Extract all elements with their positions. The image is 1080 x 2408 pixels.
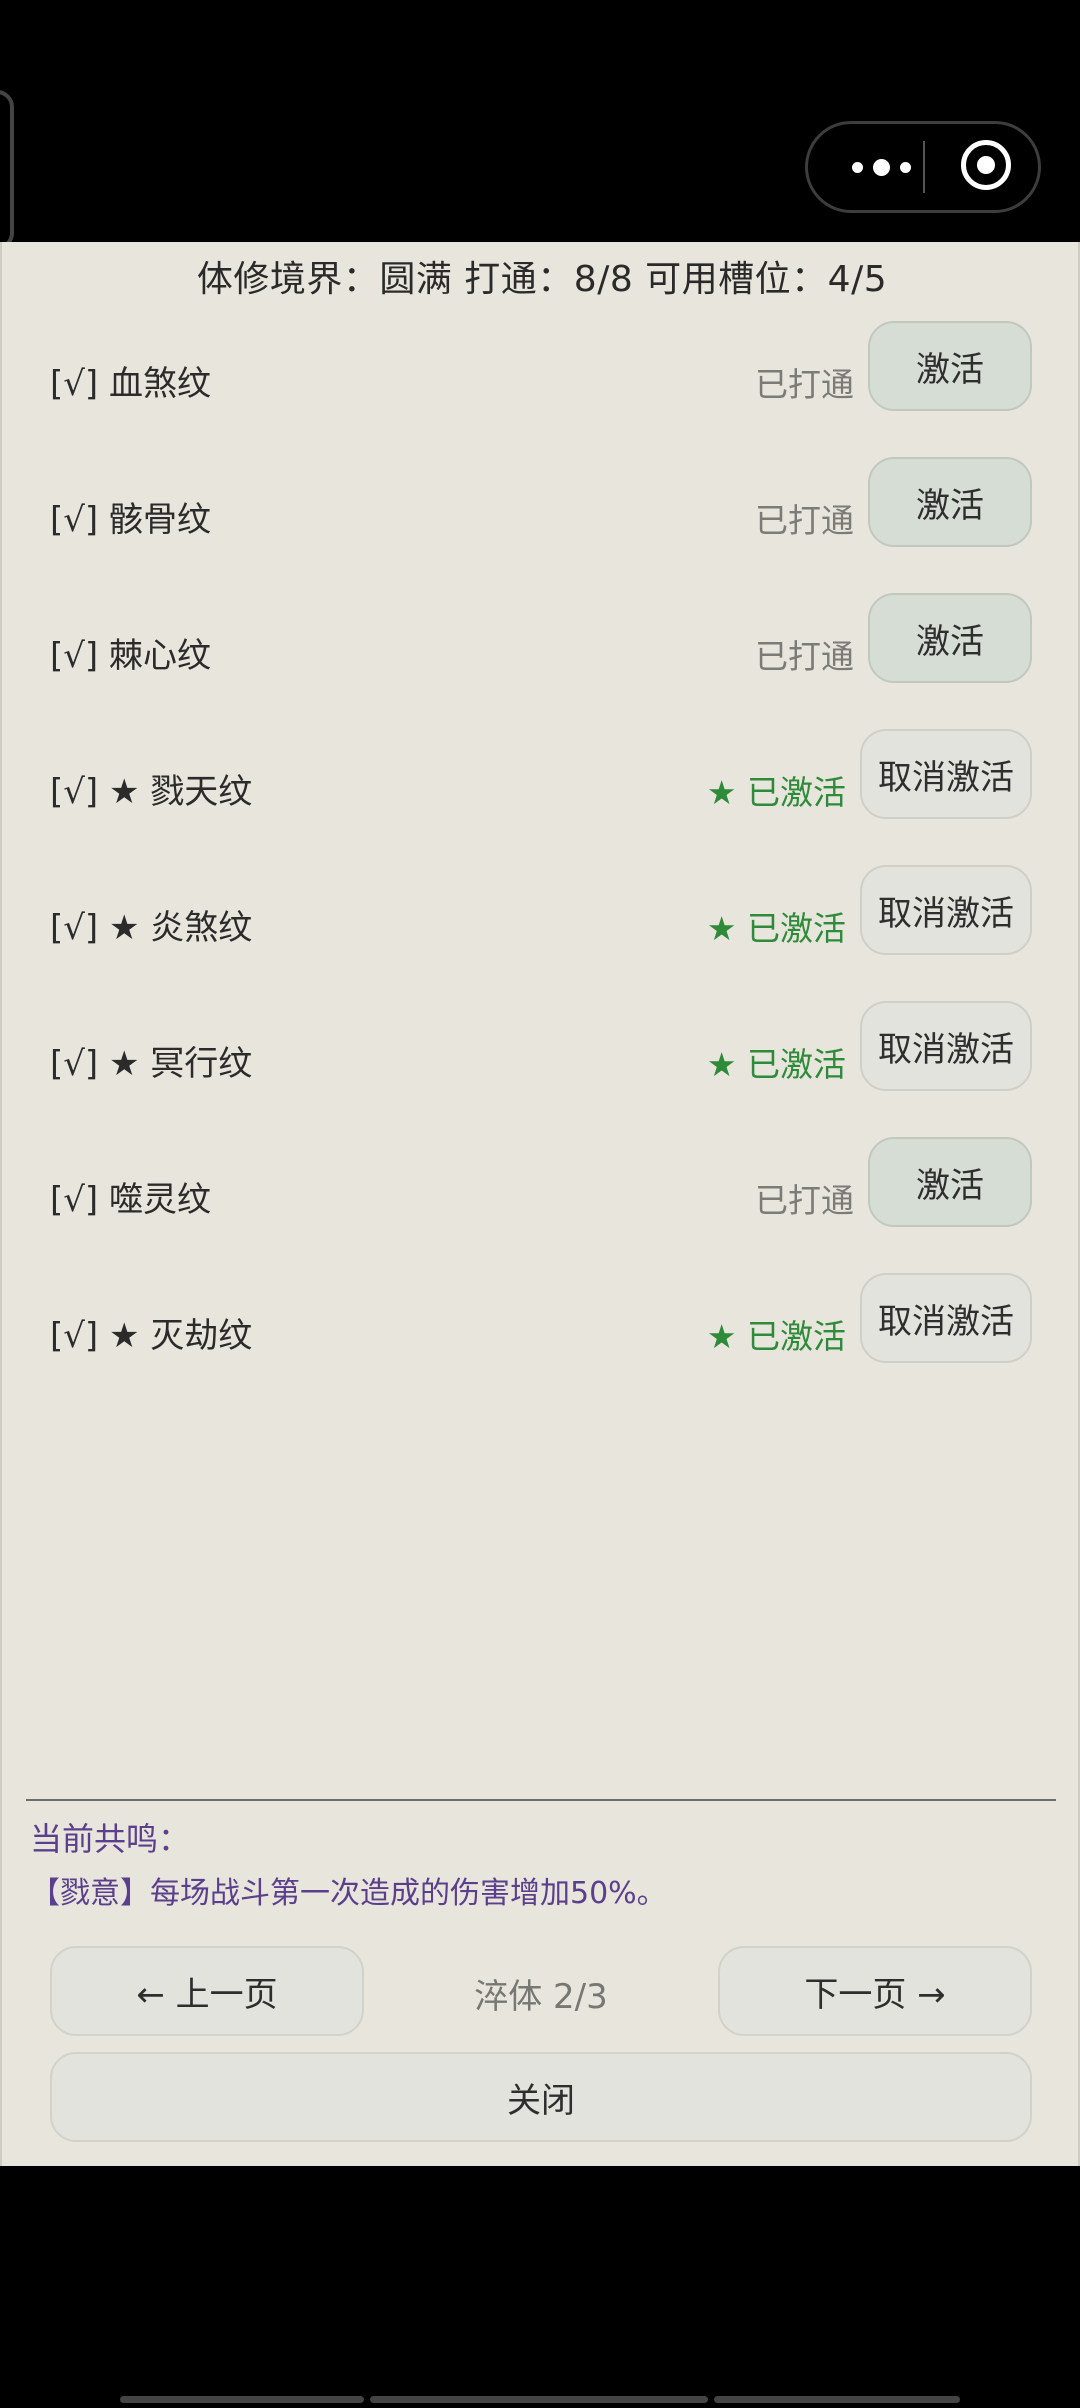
list-item: [√] ★ 戮天纹 ★ 已激活 取消激活 — [2, 728, 1080, 864]
resonance-title: 当前共鸣： — [30, 1820, 191, 1858]
left-edge-decoration — [0, 90, 14, 250]
more-menu-icon[interactable] — [838, 124, 924, 210]
row-name: [√] ★ 灭劫纹 — [50, 1316, 253, 1356]
deactivate-button[interactable]: 取消激活 — [860, 729, 1032, 819]
row-name: [√] 骸骨纹 — [50, 500, 212, 540]
panel-header: 体修境界：圆满 打通：8/8 可用槽位：4/5 — [196, 259, 888, 300]
screen: 体修境界：圆满 打通：8/8 可用槽位：4/5 [√] 血煞纹 已打通 激活 [… — [0, 0, 1080, 2408]
row-status: 已打通 — [755, 365, 854, 404]
deactivate-button[interactable]: 取消激活 — [860, 1273, 1032, 1363]
row-status: 已打通 — [755, 637, 854, 676]
row-status: ★ 已激活 — [706, 1045, 846, 1084]
row-name: [√] 棘心纹 — [50, 636, 212, 676]
deactivate-button[interactable]: 取消激活 — [860, 865, 1032, 955]
close-button[interactable]: 关闭 — [50, 2052, 1032, 2142]
list-item: [√] ★ 冥行纹 ★ 已激活 取消激活 — [2, 1000, 1080, 1136]
divider — [26, 1799, 1056, 1801]
row-status: ★ 已激活 — [706, 909, 846, 948]
deactivate-button[interactable]: 取消激活 — [860, 1001, 1032, 1091]
meridian-panel: 体修境界：圆满 打通：8/8 可用槽位：4/5 [√] 血煞纹 已打通 激活 [… — [0, 242, 1080, 2166]
activate-button[interactable]: 激活 — [868, 593, 1032, 683]
row-name: [√] 血煞纹 — [50, 364, 212, 404]
list-item: [√] 噬灵纹 已打通 激活 — [2, 1136, 1080, 1272]
row-status: ★ 已激活 — [706, 1317, 846, 1356]
row-name: [√] 噬灵纹 — [50, 1180, 212, 1220]
next-page-button[interactable]: 下一页 → — [718, 1946, 1032, 2036]
activate-button[interactable]: 激活 — [868, 457, 1032, 547]
activate-button[interactable]: 激活 — [868, 321, 1032, 411]
row-status: 已打通 — [755, 501, 854, 540]
row-name: [√] ★ 炎煞纹 — [50, 908, 253, 948]
list-item: [√] 骸骨纹 已打通 激活 — [2, 456, 1080, 592]
resonance-text: 【戮意】每场战斗第一次造成的伤害增加50%。 — [30, 1876, 667, 1911]
row-status: ★ 已激活 — [706, 773, 846, 812]
row-name: [√] ★ 冥行纹 — [50, 1044, 253, 1084]
row-name: [√] ★ 戮天纹 — [50, 772, 253, 812]
mini-program-capsule — [805, 121, 1041, 213]
list-item: [√] ★ 炎煞纹 ★ 已激活 取消激活 — [2, 864, 1080, 1000]
gesture-bar-segment — [714, 2396, 960, 2403]
list-item: [√] 血煞纹 已打通 激活 — [2, 320, 1080, 456]
capsule-divider — [923, 141, 925, 193]
list-item: [√] ★ 灭劫纹 ★ 已激活 取消激活 — [2, 1272, 1080, 1408]
activate-button[interactable]: 激活 — [868, 1137, 1032, 1227]
row-status: 已打通 — [755, 1181, 854, 1220]
page-indicator: 淬体 2/3 — [474, 1977, 608, 2017]
close-miniprogram-icon[interactable] — [961, 140, 1011, 190]
gesture-bar-segment — [370, 2396, 708, 2403]
prev-page-button[interactable]: ← 上一页 — [50, 1946, 364, 2036]
list-item: [√] 棘心纹 已打通 激活 — [2, 592, 1080, 728]
gesture-bar-segment — [120, 2396, 364, 2403]
